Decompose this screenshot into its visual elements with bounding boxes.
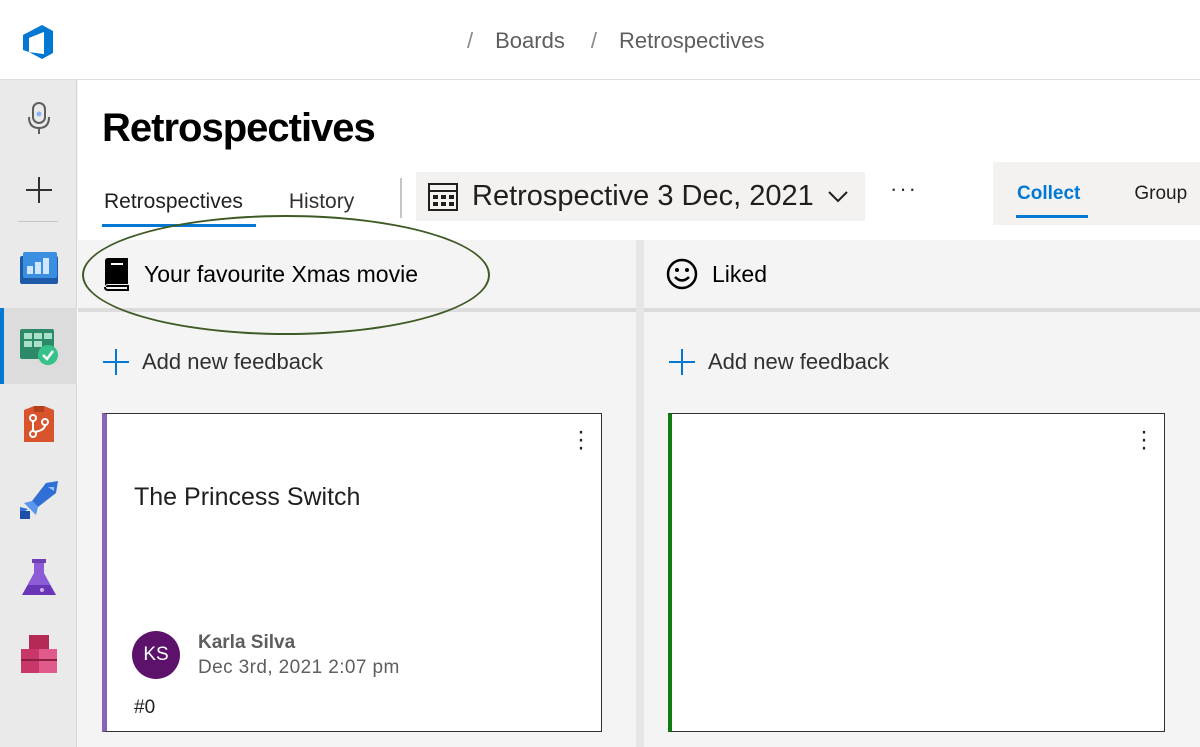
chevron-down-icon — [828, 190, 848, 202]
column-header: Your favourite Xmas movie — [78, 240, 636, 312]
sidebar-item-artifacts[interactable] — [0, 616, 77, 692]
add-feedback-button[interactable]: Add new feedback — [668, 348, 889, 376]
phase-tabs: Collect Group — [993, 162, 1200, 225]
top-bar: / Boards / Retrospectives — [0, 0, 1200, 80]
left-nav-rail — [0, 80, 77, 747]
feedback-column: Your favourite Xmas movie Add new feedba… — [78, 240, 636, 747]
feedback-id: #0 — [134, 697, 156, 718]
column-title: Liked — [712, 260, 767, 287]
column-title: Your favourite Xmas movie — [144, 260, 419, 287]
tab-history[interactable]: History — [289, 190, 354, 224]
test-plans-icon — [21, 559, 56, 595]
sidebar-divider — [18, 221, 58, 222]
microphone-icon — [27, 102, 50, 134]
plus-icon — [669, 349, 695, 375]
feedback-column: Liked Add new feedback · · · — [644, 240, 1200, 747]
phase-tab-collect[interactable]: Collect — [1015, 183, 1089, 218]
artifacts-icon — [20, 635, 57, 673]
feedback-text: The Princess Switch — [134, 483, 361, 511]
azure-devops-logo-icon[interactable] — [20, 24, 56, 60]
breadcrumb-boards[interactable]: Boards — [495, 28, 565, 54]
book-icon — [104, 258, 129, 291]
sidebar-item-boards[interactable] — [0, 308, 77, 384]
breadcrumb-separator: / — [590, 28, 597, 53]
more-options-button[interactable]: ··· — [890, 176, 918, 202]
sidebar-item-repos[interactable] — [0, 386, 77, 462]
page-tabs: Retrospectives History — [102, 190, 400, 227]
avatar: KS — [132, 631, 180, 679]
sidebar-item-test-plans[interactable] — [0, 540, 77, 616]
author-name: Karla Silva — [198, 632, 296, 653]
feedback-card[interactable]: · · · The Princess Switch KS Karla Silva D… — [102, 413, 602, 732]
column-divider — [636, 240, 644, 747]
add-feedback-label: Add new feedback — [142, 349, 324, 374]
phase-tab-group[interactable]: Group — [1134, 183, 1187, 205]
feedback-timestamp: Dec 3rd, 2021 2:07 pm — [198, 657, 400, 678]
breadcrumb: / Boards / Retrospectives — [467, 28, 790, 54]
column-header: Liked — [644, 240, 1200, 312]
add-feedback-button[interactable]: Add new feedback — [102, 348, 323, 376]
card-menu-icon[interactable]: · · · — [577, 420, 585, 460]
pipelines-icon — [19, 481, 58, 519]
add-feedback-label: Add new feedback — [708, 349, 890, 374]
smiley-icon — [666, 258, 698, 290]
sidebar-item-pipelines[interactable] — [0, 462, 77, 538]
overview-icon — [19, 252, 58, 284]
board-grid-icon — [428, 182, 458, 211]
breadcrumb-retrospectives[interactable]: Retrospectives — [619, 28, 765, 54]
sidebar-item-voice[interactable] — [0, 80, 77, 156]
repos-icon — [23, 406, 54, 442]
breadcrumb-separator: / — [467, 28, 474, 53]
toolbar-divider — [400, 178, 402, 218]
feedback-card[interactable]: · · · — [668, 413, 1165, 732]
page-title: Retrospectives — [102, 106, 376, 150]
card-menu-icon[interactable]: · · · — [1140, 420, 1148, 460]
retrospective-selector[interactable]: Retrospective 3 Dec, 2021 — [416, 172, 865, 221]
main-content: Retrospectives Retrospectives History Re… — [78, 80, 1200, 747]
plus-icon — [103, 349, 129, 375]
plus-icon — [25, 177, 52, 203]
sidebar-item-overview[interactable] — [0, 230, 77, 306]
tab-retrospectives[interactable]: Retrospectives — [102, 190, 256, 227]
retrospective-selector-label: Retrospective 3 Dec, 2021 — [472, 180, 814, 212]
boards-icon — [19, 329, 58, 365]
sidebar-item-new[interactable] — [0, 152, 77, 228]
